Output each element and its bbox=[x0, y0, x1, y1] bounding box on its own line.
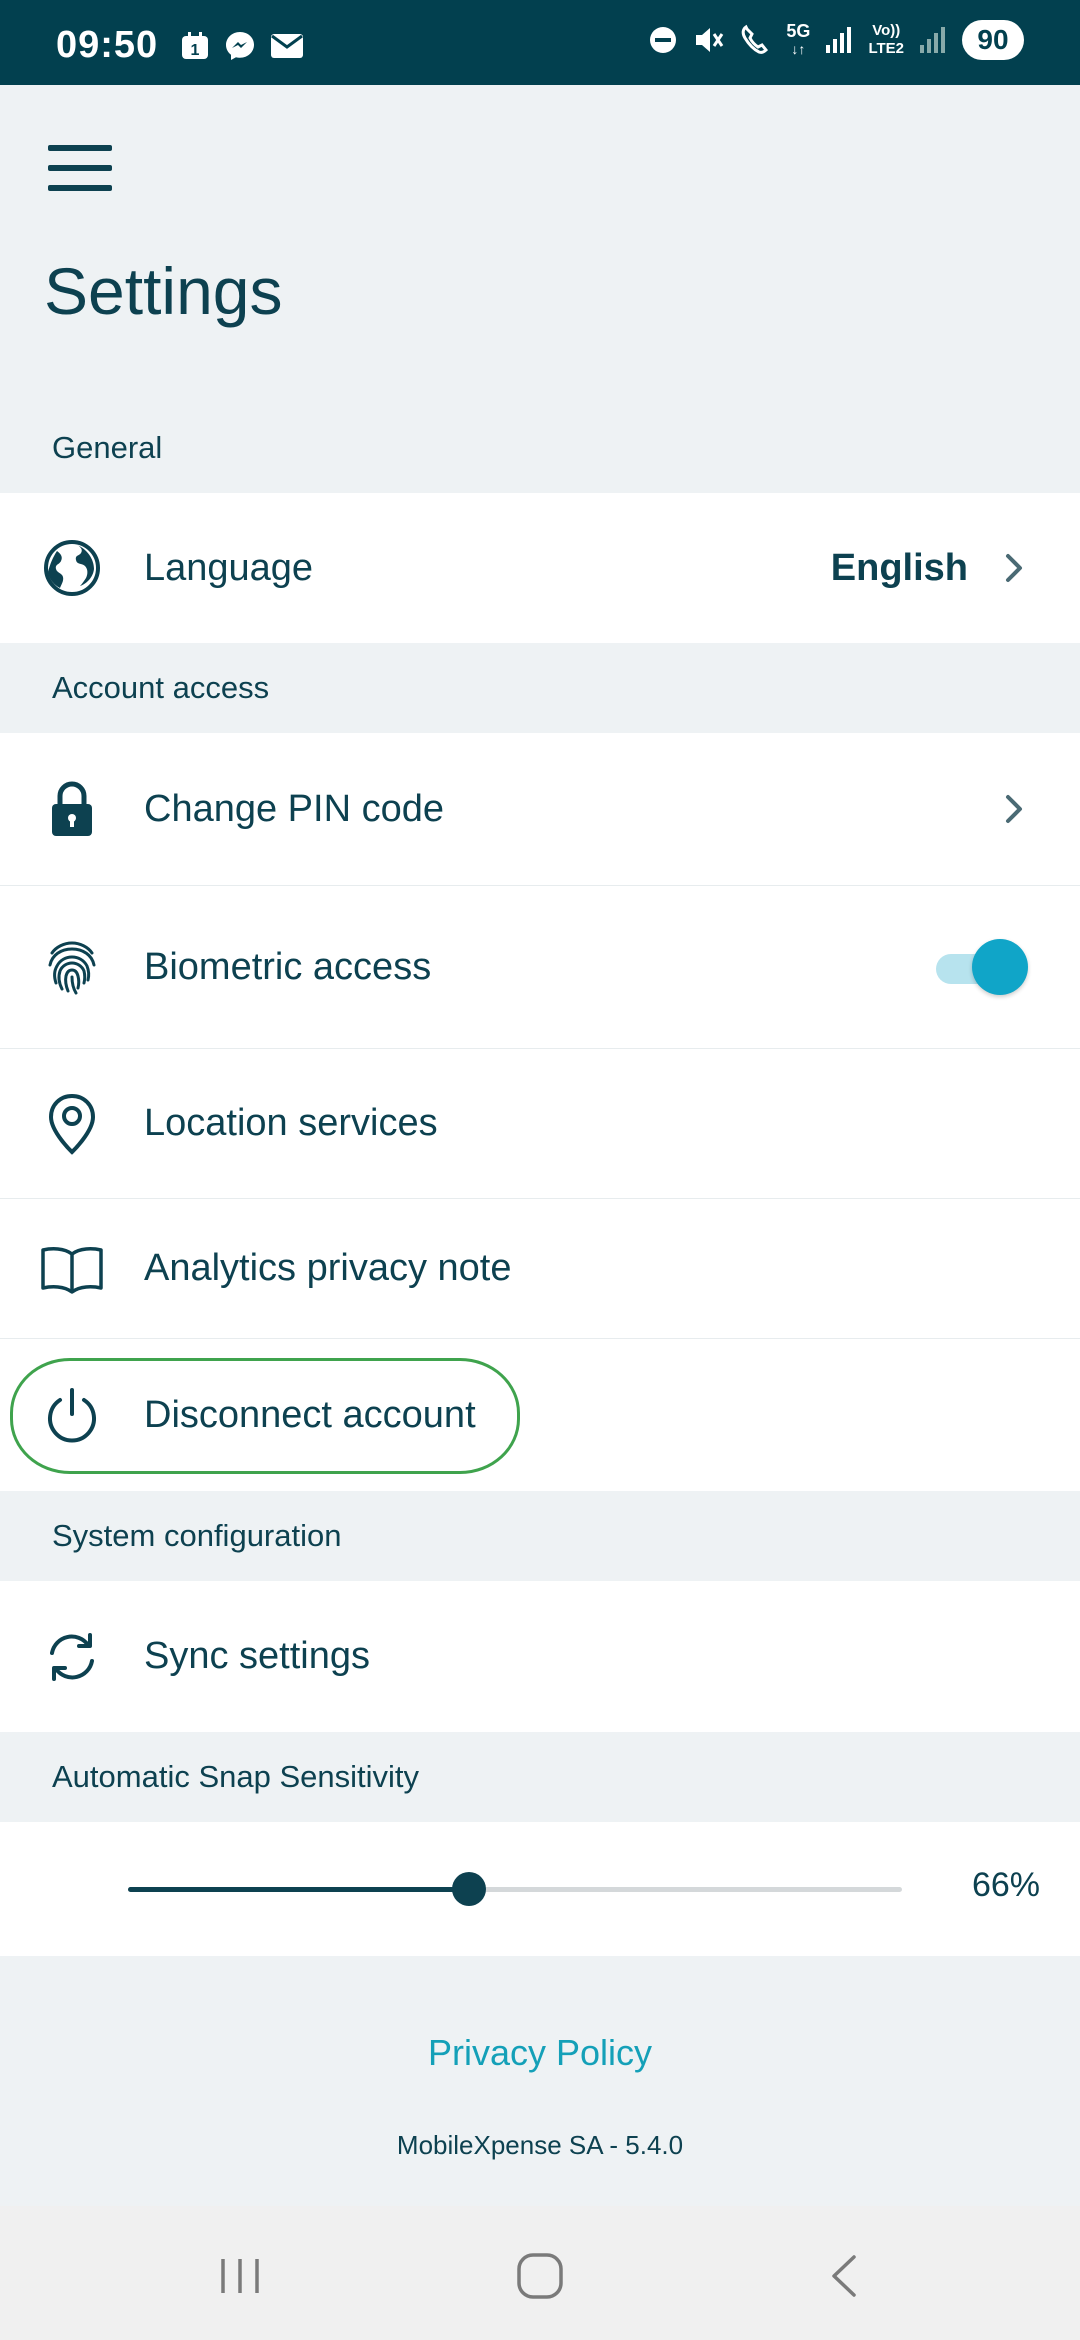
volte-bottom-label: LTE2 bbox=[868, 40, 904, 57]
sync-settings-label: Sync settings bbox=[144, 1635, 370, 1677]
home-button[interactable] bbox=[500, 2236, 580, 2316]
svg-text:1: 1 bbox=[191, 42, 200, 59]
language-label: Language bbox=[144, 546, 314, 589]
location-pin-icon bbox=[40, 1092, 104, 1156]
section-header-account-access: Account access bbox=[0, 643, 1080, 733]
calendar-icon: 1 bbox=[182, 32, 208, 59]
battery-indicator: 90 bbox=[962, 20, 1024, 60]
lock-icon bbox=[40, 777, 104, 841]
status-bar: 09:50 1 5G ↓↑ Vo)) LTE2 90 bbox=[0, 0, 1080, 85]
back-button[interactable] bbox=[805, 2236, 885, 2316]
chevron-right-icon bbox=[1006, 554, 1022, 582]
recent-apps-icon bbox=[221, 2259, 259, 2293]
recent-apps-button[interactable] bbox=[200, 2236, 280, 2316]
book-icon bbox=[40, 1237, 104, 1301]
back-icon bbox=[832, 2255, 856, 2297]
snap-sensitivity-slider[interactable] bbox=[128, 1872, 902, 1906]
slider-fill bbox=[128, 1887, 469, 1892]
fingerprint-icon bbox=[40, 935, 104, 999]
network-5g-label: 5G bbox=[786, 21, 811, 41]
location-services-label: Location services bbox=[144, 1102, 438, 1144]
disconnect-account-label: Disconnect account bbox=[144, 1393, 476, 1436]
section-header-system-configuration: System configuration bbox=[0, 1491, 1080, 1581]
signal-icon bbox=[826, 27, 852, 53]
change-pin-row[interactable]: Change PIN code bbox=[0, 733, 1080, 886]
biometric-toggle[interactable] bbox=[936, 939, 1028, 995]
location-services-row[interactable]: Location services bbox=[0, 1049, 1080, 1199]
status-time: 09:50 bbox=[56, 24, 159, 66]
biometric-label: Biometric access bbox=[144, 945, 432, 988]
slider-thumb[interactable] bbox=[451, 1872, 486, 1906]
volte-top-label: Vo)) bbox=[872, 22, 901, 39]
snap-sensitivity-value: 66% bbox=[971, 1866, 1040, 1904]
mute-icon bbox=[696, 28, 724, 52]
messenger-icon bbox=[226, 32, 254, 60]
analytics-privacy-label: Analytics privacy note bbox=[144, 1247, 512, 1289]
power-icon bbox=[40, 1383, 104, 1447]
privacy-policy-link[interactable]: Privacy Policy bbox=[0, 2032, 1080, 2074]
globe-icon bbox=[40, 536, 104, 600]
signal-icon bbox=[920, 27, 945, 53]
chevron-right-icon bbox=[1006, 795, 1022, 823]
app-version: MobileXpense SA - 5.4.0 bbox=[396, 2130, 684, 2160]
page-title: Settings bbox=[44, 254, 283, 328]
system-navigation-bar bbox=[0, 2206, 1080, 2340]
disconnect-account-row[interactable]: Disconnect account bbox=[0, 1339, 1080, 1491]
change-pin-label: Change PIN code bbox=[144, 787, 444, 830]
wifi-calling-icon bbox=[742, 24, 769, 54]
sync-icon bbox=[40, 1625, 104, 1689]
language-row[interactable]: Language English bbox=[0, 493, 1080, 643]
mail-icon bbox=[271, 34, 303, 58]
section-header-snap-sensitivity: Automatic Snap Sensitivity bbox=[0, 1732, 1080, 1822]
section-header-general: General bbox=[0, 403, 1080, 493]
home-icon bbox=[517, 2253, 563, 2299]
dnd-icon bbox=[650, 27, 677, 53]
analytics-privacy-row[interactable]: Analytics privacy note bbox=[0, 1199, 1080, 1339]
snap-sensitivity-slider-row: 66% bbox=[0, 1822, 1080, 1956]
menu-icon[interactable] bbox=[48, 145, 112, 193]
app-header: Settings bbox=[0, 85, 1080, 403]
language-value: English bbox=[830, 546, 968, 589]
sync-settings-row[interactable]: Sync settings bbox=[0, 1581, 1080, 1732]
biometric-row: Biometric access bbox=[0, 886, 1080, 1049]
